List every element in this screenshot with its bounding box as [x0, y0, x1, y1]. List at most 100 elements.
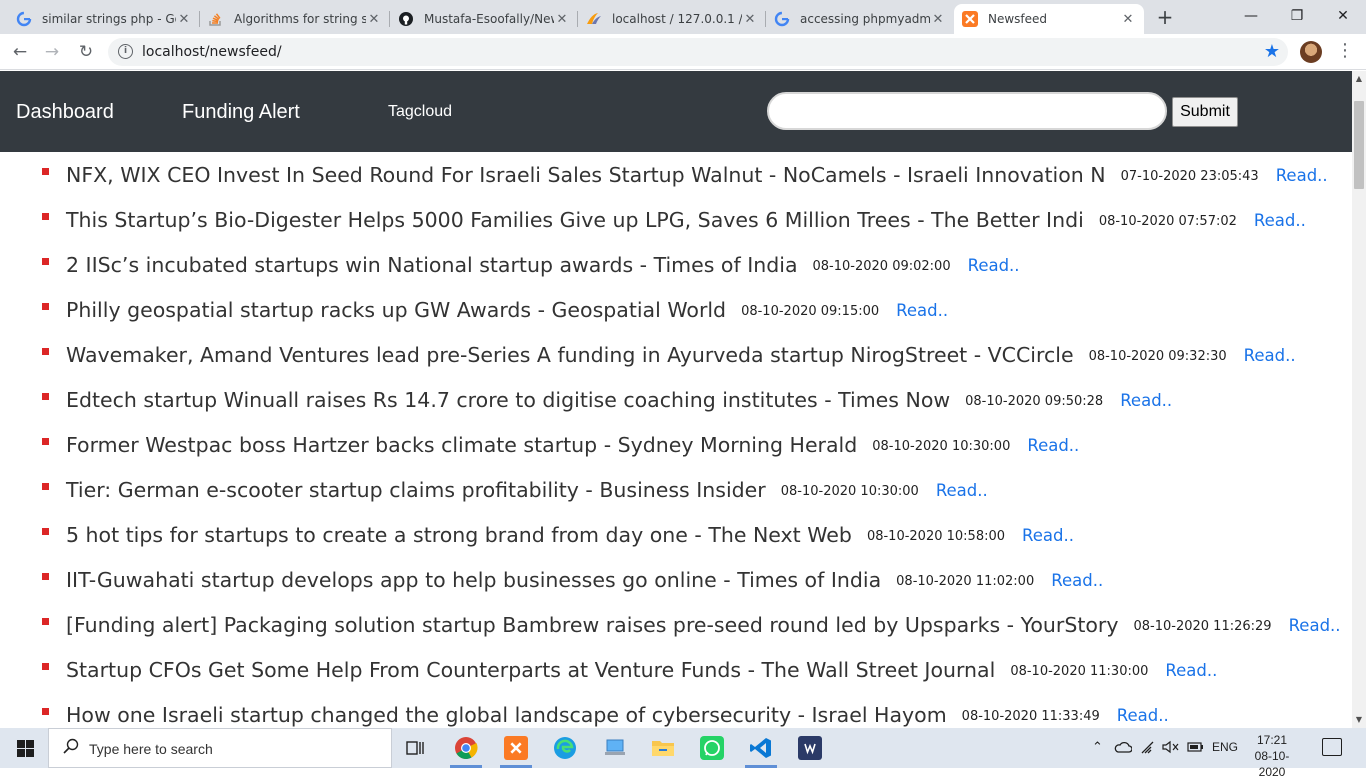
- profile-avatar[interactable]: [1300, 41, 1322, 63]
- show-hidden-icons-icon[interactable]: ⌃: [1092, 740, 1103, 755]
- taskbar-search-placeholder: Type here to search: [89, 741, 213, 757]
- site-info-icon[interactable]: i: [118, 44, 133, 59]
- close-tab-icon[interactable]: ✕: [554, 12, 570, 27]
- browser-menu-icon[interactable]: ⋮: [1336, 40, 1354, 61]
- news-date: 08-10-2020 11:33:49: [961, 708, 1100, 724]
- news-date: 08-10-2020 10:58:00: [866, 528, 1006, 544]
- google-icon: [774, 11, 790, 27]
- read-link[interactable]: Read..: [1244, 342, 1296, 368]
- maximize-button[interactable]: ❐: [1274, 0, 1320, 34]
- browser-tab-1[interactable]: Algorithms for string sir ✕: [200, 4, 390, 34]
- search-input[interactable]: [767, 92, 1167, 130]
- news-headline: 2 IISc’s incubated startups win National…: [66, 252, 798, 277]
- phpmyadmin-icon: [586, 11, 602, 27]
- tab-title: Newsfeed: [988, 12, 1048, 26]
- close-tab-icon[interactable]: ✕: [366, 12, 382, 27]
- news-date: 08-10-2020 09:50:28: [965, 393, 1104, 409]
- tab-title: Mustafa-Esoofally/New: [424, 12, 554, 26]
- read-link[interactable]: Read..: [1289, 612, 1341, 638]
- close-tab-icon[interactable]: ✕: [176, 12, 192, 27]
- scroll-up-arrow-icon[interactable]: ▲: [1352, 71, 1366, 87]
- read-link[interactable]: Read..: [1027, 432, 1079, 458]
- read-link[interactable]: Read..: [1276, 162, 1328, 188]
- submit-button[interactable]: Submit: [1172, 97, 1238, 127]
- wifi-icon[interactable]: [1140, 740, 1156, 758]
- nav-link-funding-alert[interactable]: Funding Alert: [182, 101, 300, 124]
- news-date: 08-10-2020 11:30:00: [1010, 663, 1149, 679]
- nav-link-dashboard[interactable]: Dashboard: [16, 101, 114, 124]
- browser-toolbar: ← → ↻ i localhost/newsfeed/ ★: [0, 34, 1366, 70]
- list-item: NFX, WIX CEO Invest In Seed Round For Is…: [0, 152, 1352, 197]
- news-date: 08-10-2020 09:32:30: [1088, 348, 1227, 364]
- news-date: 08-10-2020 11:26:29: [1133, 618, 1272, 634]
- news-headline: Startup CFOs Get Some Help From Counterp…: [66, 657, 996, 682]
- clock-time: 17:21: [1256, 733, 1288, 747]
- read-link[interactable]: Read..: [1022, 522, 1074, 548]
- close-window-button[interactable]: ✕: [1320, 0, 1366, 34]
- notifications-icon[interactable]: [1322, 738, 1342, 756]
- read-link[interactable]: Read..: [1051, 567, 1103, 593]
- list-item: How one Israeli startup changed the glob…: [0, 692, 1352, 728]
- read-link[interactable]: Read..: [1117, 702, 1169, 728]
- read-link[interactable]: Read..: [1165, 657, 1217, 683]
- tab-title: Algorithms for string sir: [234, 12, 366, 26]
- browser-tab-3[interactable]: localhost / 127.0.0.1 / n ✕: [578, 4, 766, 34]
- news-headline: 5 hot tips for startups to create a stro…: [66, 522, 852, 547]
- browser-tab-0[interactable]: similar strings php - Go ✕: [8, 4, 200, 34]
- nav-link-tagcloud[interactable]: Tagcloud: [388, 103, 452, 121]
- bookmark-star-icon[interactable]: ★: [1264, 41, 1280, 62]
- whatsapp-icon[interactable]: [700, 736, 724, 760]
- news-date: 08-10-2020 09:15:00: [741, 303, 880, 319]
- page-scrollbar[interactable]: ▲ ▼: [1352, 71, 1366, 728]
- vscode-icon[interactable]: [749, 736, 773, 760]
- browser-tab-strip: similar strings php - Go ✕ Algorithms fo…: [0, 0, 1366, 34]
- browser-tab-2[interactable]: Mustafa-Esoofally/New ✕: [390, 4, 578, 34]
- forward-arrow-icon[interactable]: →: [40, 40, 64, 64]
- news-date: 08-10-2020 10:30:00: [780, 483, 919, 499]
- news-headline: Tier: German e-scooter startup claims pr…: [66, 477, 766, 502]
- list-item: Wavemaker, Amand Ventures lead pre-Serie…: [0, 332, 1352, 377]
- xampp-icon[interactable]: [504, 736, 528, 760]
- xampp-icon: [962, 11, 978, 27]
- input-language[interactable]: ENG: [1212, 740, 1238, 754]
- onedrive-icon[interactable]: [1114, 740, 1133, 758]
- scrollbar-thumb[interactable]: [1354, 101, 1364, 189]
- stackoverflow-icon: [208, 11, 224, 27]
- close-tab-icon[interactable]: ✕: [1120, 12, 1136, 27]
- windows-start-icon[interactable]: [0, 728, 48, 768]
- news-headline: IIT-Guwahati startup develops app to hel…: [66, 567, 882, 592]
- battery-icon[interactable]: [1186, 740, 1204, 758]
- edge-icon[interactable]: [553, 736, 577, 760]
- minimize-button[interactable]: —: [1228, 0, 1274, 34]
- close-tab-icon[interactable]: ✕: [742, 12, 758, 27]
- read-link[interactable]: Read..: [896, 297, 948, 323]
- clock-date: 08-10-2020: [1254, 749, 1290, 779]
- url-text[interactable]: localhost/newsfeed/: [142, 44, 282, 60]
- file-explorer-icon[interactable]: [651, 736, 675, 760]
- news-headline: NFX, WIX CEO Invest In Seed Round For Is…: [66, 162, 1106, 187]
- news-headline: Philly geospatial startup racks up GW Aw…: [66, 297, 727, 322]
- list-item: 2 IISc’s incubated startups win National…: [0, 242, 1352, 287]
- news-list-container: NFX, WIX CEO Invest In Seed Round For Is…: [0, 152, 1352, 728]
- taskbar-search-box[interactable]: Type here to search: [48, 728, 392, 768]
- chrome-icon[interactable]: [454, 736, 478, 760]
- app-icon[interactable]: [798, 736, 822, 760]
- taskbar-clock[interactable]: 17:21 08-10-2020: [1242, 732, 1302, 780]
- browser-tab-4[interactable]: accessing phpmyadmin ✕: [766, 4, 954, 34]
- close-tab-icon[interactable]: ✕: [930, 12, 946, 27]
- news-date: 07-10-2020 23:05:43: [1120, 168, 1259, 184]
- browser-tab-5[interactable]: Newsfeed ✕: [954, 4, 1144, 34]
- volume-muted-icon[interactable]: [1162, 740, 1180, 758]
- tab-title: localhost / 127.0.0.1 / n: [612, 12, 742, 26]
- new-tab-button[interactable]: +: [1154, 6, 1176, 28]
- read-link[interactable]: Read..: [968, 252, 1020, 278]
- task-view-icon[interactable]: [404, 736, 428, 760]
- this-pc-icon[interactable]: [603, 736, 627, 760]
- address-bar[interactable]: i localhost/newsfeed/ ★: [108, 38, 1288, 66]
- read-link[interactable]: Read..: [1120, 387, 1172, 413]
- reload-icon[interactable]: ↻: [74, 40, 98, 64]
- read-link[interactable]: Read..: [936, 477, 988, 503]
- read-link[interactable]: Read..: [1254, 207, 1306, 233]
- scroll-down-arrow-icon[interactable]: ▼: [1352, 712, 1366, 728]
- back-arrow-icon[interactable]: ←: [8, 40, 32, 64]
